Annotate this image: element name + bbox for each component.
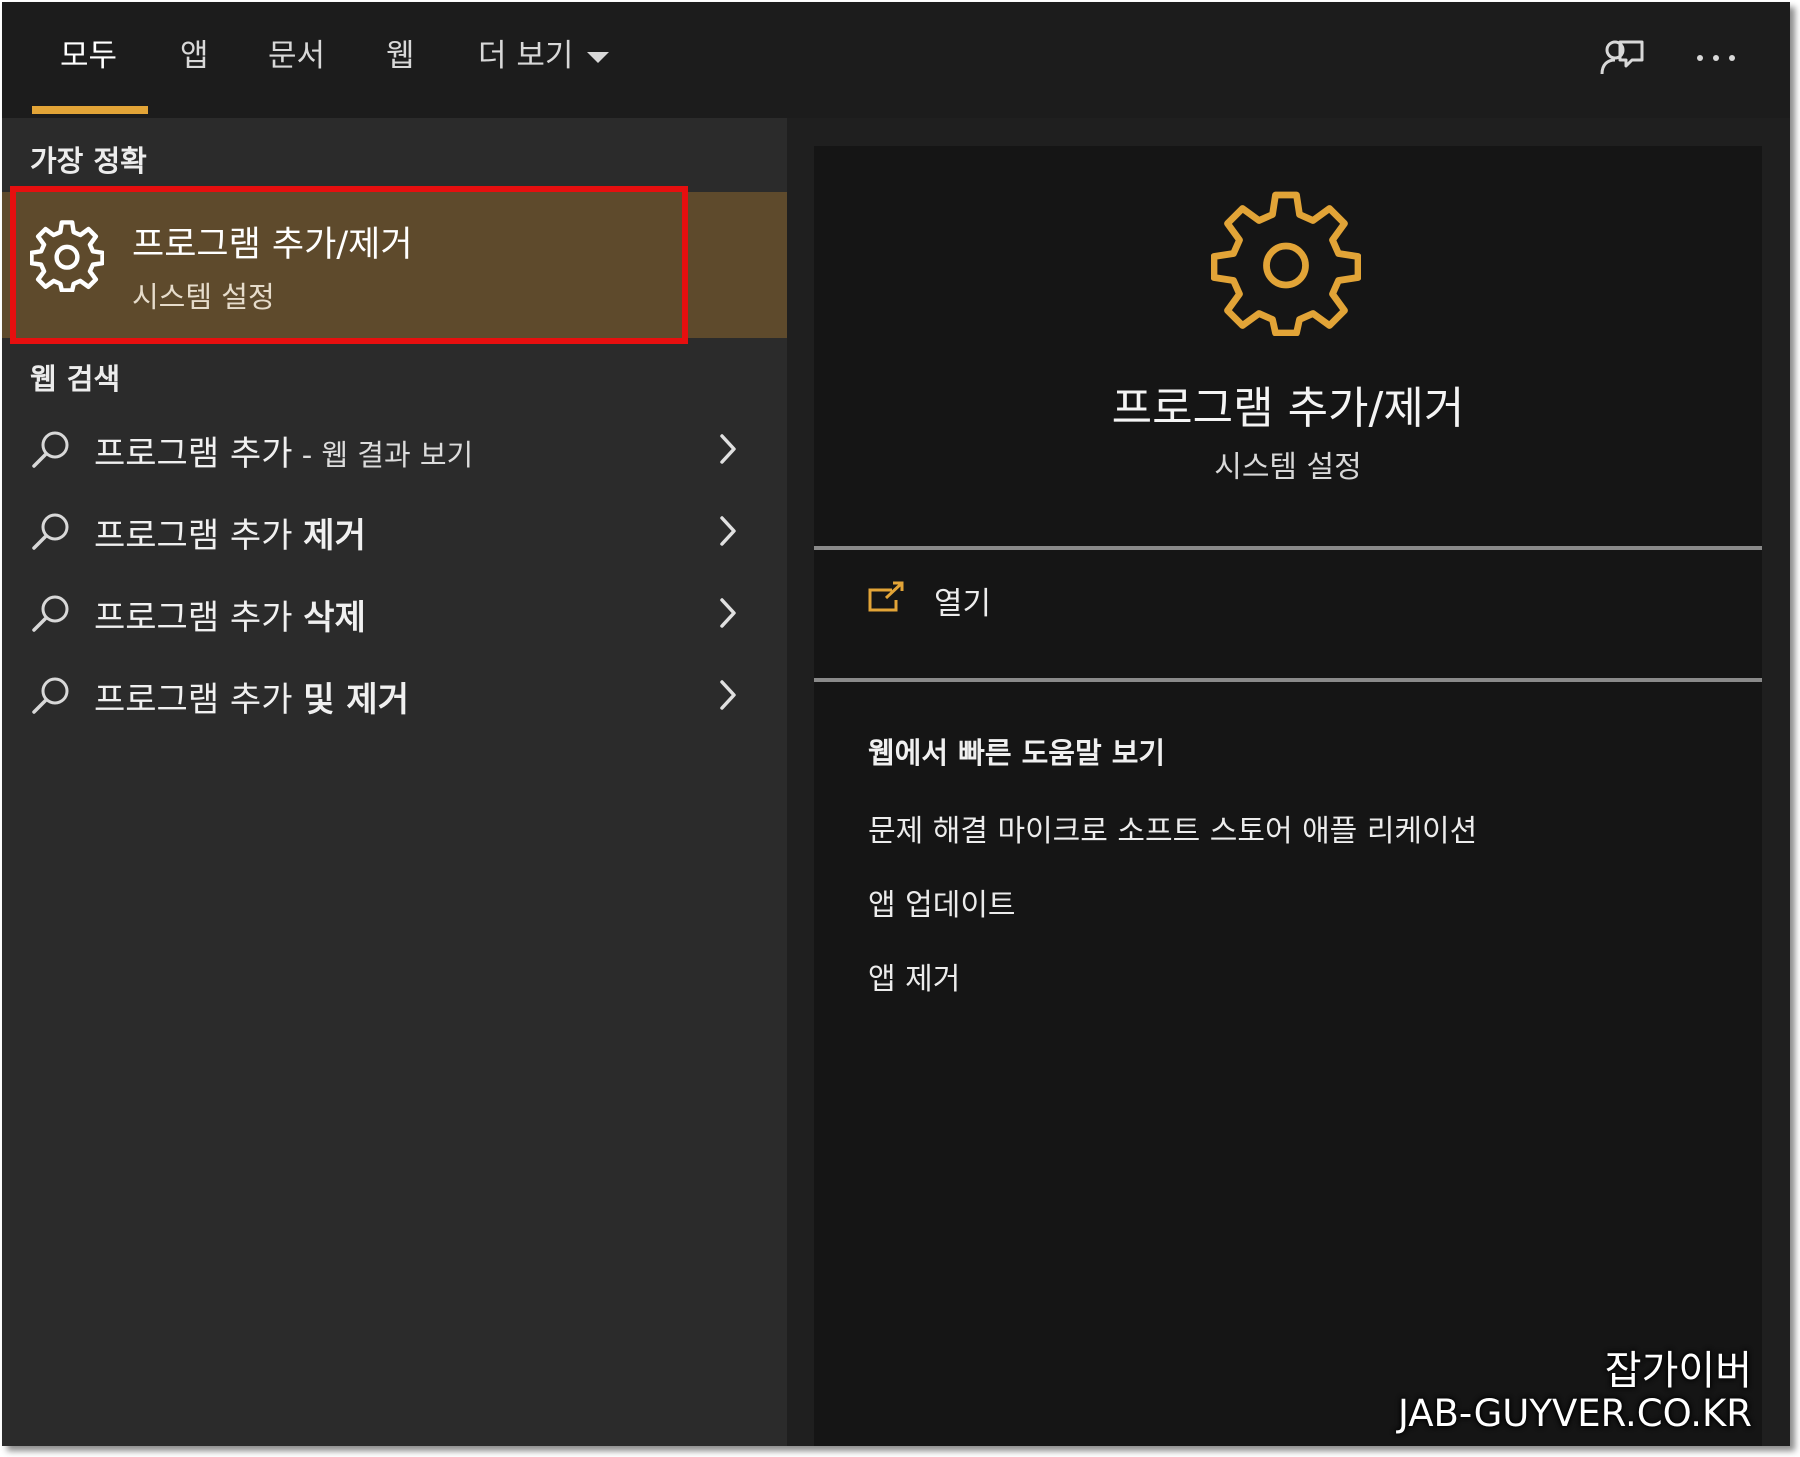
tab-documents[interactable]: 문서 [268,34,325,78]
web-result-query: 프로그램 추가 [94,434,293,474]
tab-bar: 모두 앱 문서 웹 더 보기 [2,2,1790,118]
help-link[interactable]: 앱 제거 [868,954,960,998]
preview-panel: 프로그램 추가/제거 시스템 설정 열기 웹에서 빠른 도움말 보기 문제 해결… [814,146,1762,1446]
highlight-box [10,186,688,344]
web-result-query: 프로그램 추가 [94,516,304,556]
search-icon [32,595,69,632]
search-window: 모두 앱 문서 웹 더 보기 가장 정확 프로그램 추가/제거 시스템 설정 웹… [2,2,1790,1446]
divider [814,678,1762,682]
quick-help-heading: 웹에서 빠른 도움말 보기 [868,736,1166,770]
web-result-suggestion: 제거 [303,516,366,556]
web-result-text: 프로그램 추가 제거 [94,508,366,557]
web-result-item[interactable]: 프로그램 추가 제거 [2,494,787,566]
web-search-heading: 웹 검색 [30,362,121,396]
tab-more[interactable]: 더 보기 [478,34,610,78]
preview-title: 프로그램 추가/제거 [1111,383,1465,434]
tab-apps[interactable]: 앱 [180,34,209,78]
chevron-right-icon [720,434,736,464]
web-result-text: 프로그램 추가 삭제 [94,590,366,639]
chevron-right-icon [720,680,736,710]
open-action[interactable]: 열기 [814,550,1762,660]
web-result-text: 프로그램 추가 - 웹 결과 보기 [94,426,473,475]
tab-web[interactable]: 웹 [386,34,415,78]
open-external-icon [868,581,904,612]
web-result-item[interactable]: 프로그램 추가 - 웹 결과 보기 [2,412,787,484]
web-result-query: 프로그램 추가 [94,680,304,720]
open-label: 열기 [934,586,992,622]
search-icon [32,431,69,468]
tab-all[interactable]: 모두 [60,34,117,78]
search-icon [32,513,69,550]
more-options-icon[interactable] [1692,34,1740,82]
watermark-title: 잡가이버 [1604,1348,1752,1394]
help-link[interactable]: 앱 업데이트 [868,880,1016,924]
web-result-suggestion: 및 제거 [303,680,409,720]
web-result-suffix: - 웹 결과 보기 [292,438,474,472]
results-panel: 가장 정확 프로그램 추가/제거 시스템 설정 웹 검색 프로그램 추가 - 웹… [2,118,787,1446]
best-match-heading: 가장 정확 [30,144,147,178]
web-result-item[interactable]: 프로그램 추가 삭제 [2,576,787,648]
watermark-url: JAB-GUYVER.CO.KR [1397,1392,1752,1435]
chevron-right-icon [720,598,736,628]
web-result-query: 프로그램 추가 [94,598,304,638]
chevron-down-icon [587,52,610,63]
web-result-item[interactable]: 프로그램 추가 및 제거 [2,658,787,730]
active-tab-indicator [32,106,148,114]
tab-more-label: 더 보기 [478,38,574,74]
search-icon [32,677,69,714]
gear-icon [1211,191,1361,336]
web-result-suggestion: 삭제 [303,598,366,638]
chevron-right-icon [720,516,736,546]
feedback-icon[interactable] [1598,34,1646,82]
preview-subtitle: 시스템 설정 [1214,450,1362,485]
web-result-text: 프로그램 추가 및 제거 [94,672,409,721]
help-link[interactable]: 문제 해결 마이크로 소프트 스토어 애플 리케이션 [868,806,1477,850]
